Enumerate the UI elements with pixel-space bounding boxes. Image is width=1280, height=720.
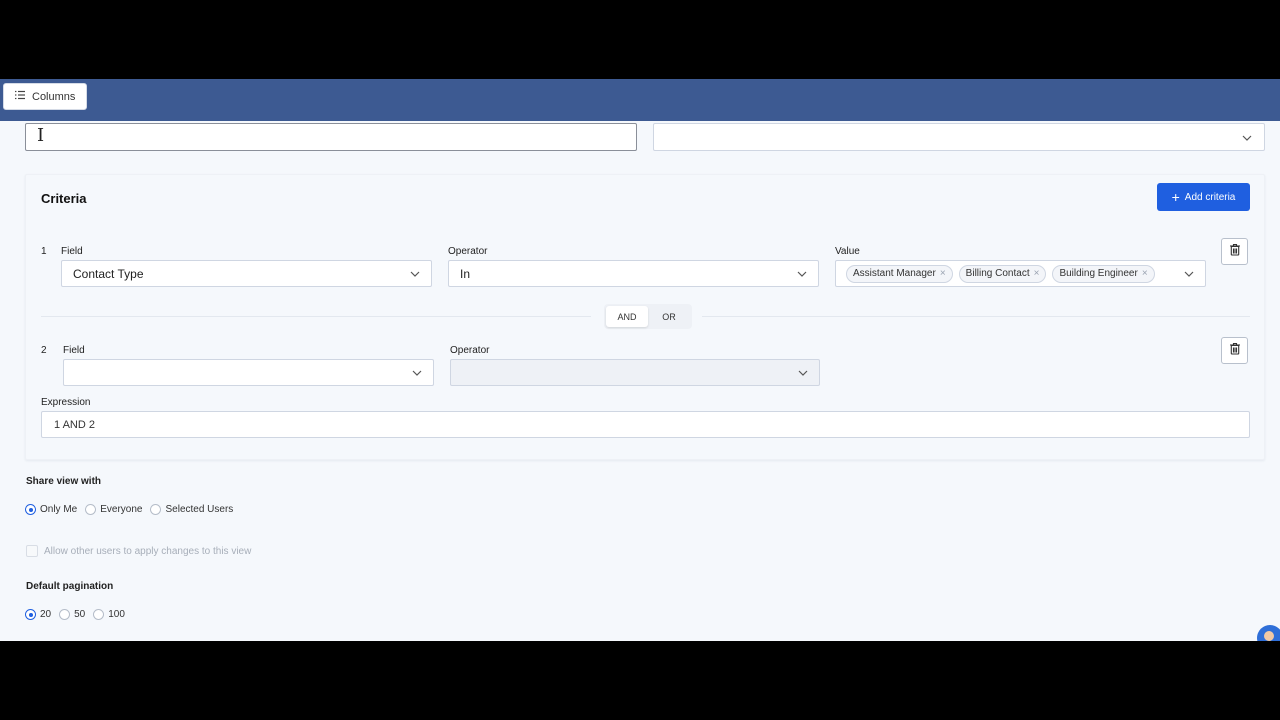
columns-button[interactable]: Columns [3,83,88,110]
radio-20[interactable]: 20 [25,609,51,620]
expression-label: Expression [41,397,91,408]
expression-value: 1 AND 2 [54,418,95,431]
value-tag[interactable]: Billing Contact × [958,264,1047,283]
value-label: Value [835,246,860,257]
chevron-down-icon [412,370,422,376]
field-value: Contact Type [73,266,144,281]
chevron-down-icon [797,271,807,277]
remove-tag-icon[interactable]: × [1142,268,1148,279]
radio-everyone[interactable]: Everyone [85,504,142,515]
avatar-face-icon [1264,631,1274,641]
remove-tag-icon[interactable]: × [940,268,946,279]
operator-select[interactable] [450,359,820,386]
support-avatar[interactable] [1257,625,1280,641]
radio-circle [93,609,105,620]
criteria-title: Criteria [41,191,87,206]
operator-label: Operator [450,345,490,356]
chevron-down-icon [1242,135,1252,141]
radio-selected-users[interactable]: Selected Users [150,504,233,515]
share-view-label: Share view with [26,476,102,487]
header-bar: Columns [0,79,1280,121]
radio-circle [85,504,97,515]
value-tag[interactable]: Assistant Manager × [846,264,953,283]
radio-only-me[interactable]: Only Me [25,504,77,515]
radio-label: 50 [74,609,86,620]
logic-toggle: AND OR [604,304,692,329]
criteria-panel: Criteria + Add criteria 1 Field Contact … [25,174,1265,460]
value-multiselect[interactable]: Assistant Manager × Billing Contact × Buil… [835,260,1206,287]
radio-circle [59,609,71,620]
radio-label: Only Me [40,504,78,515]
plus-icon: + [1171,189,1180,205]
view-type-select[interactable] [653,123,1265,151]
chevron-down-icon [798,370,808,376]
value-tag[interactable]: Building Engineer × [1052,264,1155,283]
delete-criteria-1-button[interactable] [1221,238,1248,265]
field-label: Field [61,246,83,257]
field-label: Field [63,345,85,356]
tag-label: Assistant Manager [853,268,936,279]
radio-label: 100 [108,609,125,620]
filter-view-editor: Columns I Criteria + Add criteria 1 Fiel… [0,79,1280,641]
and-option[interactable]: AND [606,306,648,327]
remove-tag-icon[interactable]: × [1034,268,1040,279]
tag-label: Billing Contact [965,268,1030,279]
radio-50[interactable]: 50 [59,609,85,620]
view-name-input[interactable] [25,123,637,151]
list-icon [14,89,26,104]
expression-input[interactable]: 1 AND 2 [41,411,1250,438]
default-pagination-label: Default pagination [26,581,114,592]
radio-circle [25,504,36,515]
divider [41,316,591,317]
allow-changes-label: Allow other users to apply changes to th… [44,545,252,557]
radio-circle [150,504,162,515]
operator-value: In [460,266,471,281]
delete-criteria-2-button[interactable] [1221,337,1248,364]
field-select[interactable] [63,359,434,386]
tag-label: Building Engineer [1059,268,1138,279]
radio-circle [25,609,36,620]
criteria-row-number: 2 [41,345,47,356]
radio-label: Selected Users [165,504,234,515]
trash-icon [1229,342,1241,360]
add-criteria-button[interactable]: + Add criteria [1157,183,1250,211]
divider [702,316,1250,317]
operator-select[interactable]: In [448,260,819,287]
chevron-down-icon [1184,271,1194,277]
trash-icon [1229,243,1241,261]
operator-label: Operator [448,246,488,257]
allow-changes-row: Allow other users to apply changes to th… [26,545,251,557]
share-radio-group: Only Me Everyone Selected Users [25,504,235,515]
radio-label: Everyone [100,504,143,515]
columns-label: Columns [32,90,76,103]
or-option[interactable]: OR [648,306,690,327]
chevron-down-icon [410,271,420,277]
field-select[interactable]: Contact Type [61,260,432,287]
allow-changes-checkbox[interactable] [26,545,38,557]
radio-100[interactable]: 100 [93,609,125,620]
radio-label: 20 [40,609,52,620]
add-criteria-label: Add criteria [1184,191,1236,203]
pagination-radio-group: 20 50 100 [25,609,127,620]
criteria-row-number: 1 [41,246,47,257]
